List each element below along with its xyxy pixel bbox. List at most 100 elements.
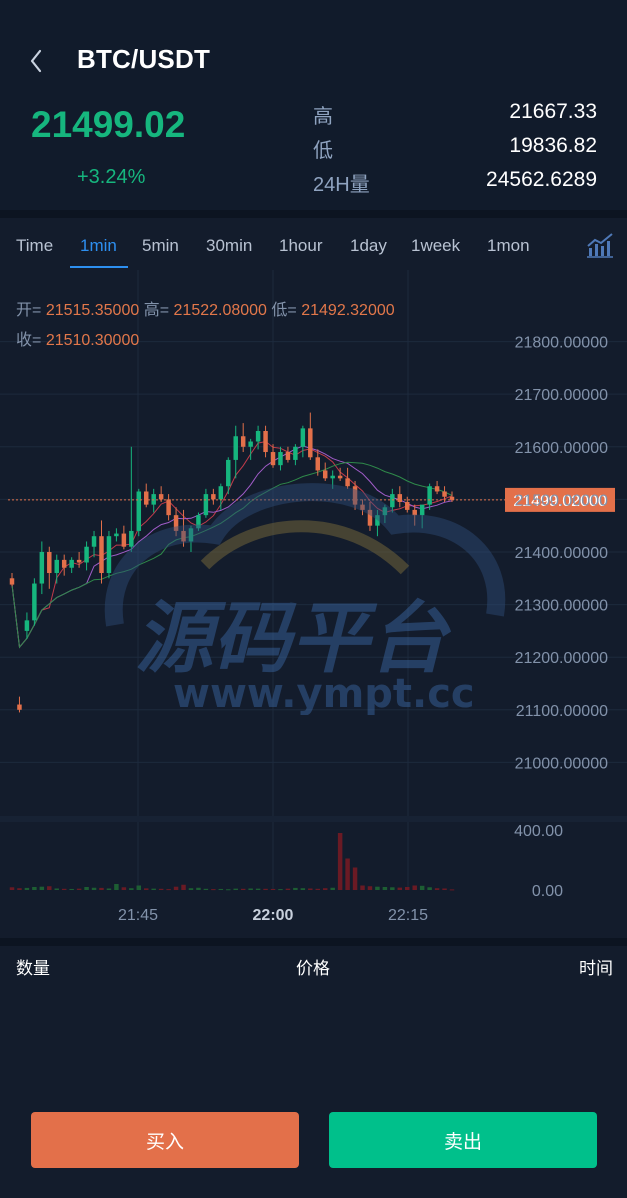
volume-bar — [345, 858, 350, 890]
volume-bar — [240, 888, 246, 890]
candle-body — [99, 536, 104, 574]
volume-bar — [285, 888, 291, 890]
volume-bar — [9, 887, 15, 890]
tab-1mon[interactable]: 1mon — [487, 236, 530, 256]
volume-bar — [203, 888, 209, 890]
candle-body — [151, 494, 156, 505]
volume-bar — [255, 888, 261, 890]
tab-1week[interactable]: 1week — [411, 236, 460, 256]
tab-time[interactable]: Time — [16, 236, 53, 256]
candle-body — [106, 536, 112, 574]
volume-bar — [84, 887, 89, 890]
volume-bar — [263, 888, 268, 890]
candle-body — [47, 551, 52, 574]
volume-bar — [293, 887, 298, 890]
volume-bar — [419, 885, 425, 890]
volume-bar — [158, 888, 164, 890]
volume-bar — [427, 887, 432, 890]
candle-body — [188, 528, 194, 542]
tab-5min[interactable]: 5min — [142, 236, 179, 256]
volume-bar — [24, 887, 30, 890]
stat-low-label: 低 — [313, 140, 333, 162]
price-axis-label: 21100.00000 — [516, 703, 608, 720]
volume-bar — [405, 887, 410, 890]
candle-body — [322, 470, 328, 479]
volume-bar — [360, 885, 365, 890]
candle-body — [226, 459, 231, 487]
candle-body — [166, 499, 171, 516]
trades-header: 数量 价格 时间 — [0, 946, 627, 986]
candle-body — [352, 486, 358, 505]
stat-high-label: 高 — [313, 106, 333, 128]
volume-bar — [442, 888, 447, 890]
ma10-line — [11, 445, 453, 649]
kline-svg: 21499.02000 21800.0000021700.0000021600.… — [0, 270, 627, 924]
volume-bar — [76, 888, 82, 890]
active-tab-underline — [70, 266, 128, 268]
volume-bar — [32, 887, 37, 890]
volume-bar — [322, 888, 328, 890]
tab-1day[interactable]: 1day — [350, 236, 387, 256]
volume-bar — [114, 884, 119, 890]
volume-bar — [196, 887, 201, 890]
volume-bar — [412, 885, 417, 890]
volume-bar — [390, 887, 395, 890]
candle-body — [39, 551, 45, 584]
candle-body — [61, 559, 67, 568]
indicator-chart-icon[interactable] — [586, 232, 614, 258]
tab-1hour[interactable]: 1hour — [279, 236, 322, 256]
volume-bar — [151, 888, 156, 890]
candle-body — [337, 475, 343, 479]
candle-body — [84, 546, 89, 563]
volume-bar — [382, 887, 388, 890]
candle-body — [434, 486, 440, 492]
candle-body — [91, 536, 97, 547]
kline-chart[interactable]: 21499.02000 21800.00000 21700.00000 21600.… — [0, 270, 627, 938]
sell-button[interactable]: 卖出 — [329, 1112, 597, 1168]
candle-body — [76, 559, 82, 563]
candle-body — [345, 478, 350, 487]
candle-body — [9, 578, 15, 585]
tab-30min[interactable]: 30min — [206, 236, 252, 256]
candle-body — [121, 533, 127, 547]
volume-bar — [278, 889, 283, 891]
time-axis-label: 22:00 — [253, 907, 294, 924]
col-price: 价格 — [296, 959, 330, 978]
volume-bar — [226, 889, 231, 891]
volume-bar — [121, 887, 127, 890]
candle-body — [233, 436, 238, 460]
tab-1min[interactable]: 1min — [80, 236, 117, 256]
price-axis-label: 21700.00000 — [515, 387, 609, 404]
candle-body — [405, 502, 410, 510]
volume-bar — [375, 886, 380, 890]
candle-body — [158, 494, 164, 500]
close-value: 21510.30000 — [45, 332, 140, 349]
price-axis-label: 21300.00000 — [515, 598, 609, 615]
buy-button[interactable]: 买入 — [31, 1112, 299, 1168]
price-axis-label: 21400.00000 — [515, 545, 609, 562]
low-value: 21492.32000 — [301, 302, 395, 319]
chevron-left-icon — [30, 49, 42, 73]
volume-bar — [315, 888, 320, 890]
candle-body — [419, 504, 425, 516]
volume-bar — [166, 889, 171, 891]
candle-body — [375, 515, 380, 526]
volume-bar — [47, 886, 52, 890]
price-axis-label: 21600.00000 — [515, 440, 609, 457]
candle-body — [315, 457, 320, 471]
stat-low-value: 19836.82 — [509, 134, 597, 157]
candle-body — [218, 486, 224, 500]
volume-bar — [218, 888, 224, 890]
volume-bar — [233, 888, 238, 890]
ma20-line — [11, 461, 453, 649]
time-axis-label: 21:45 — [118, 907, 158, 924]
back-button[interactable] — [22, 44, 52, 78]
candle-body — [270, 452, 276, 466]
candle-body — [136, 491, 142, 531]
candle-body — [24, 620, 30, 631]
volume-bar — [61, 888, 67, 890]
volume-bar — [397, 887, 403, 890]
volume-bar — [17, 888, 22, 890]
candle-body — [181, 530, 186, 542]
candle-body — [293, 446, 298, 460]
